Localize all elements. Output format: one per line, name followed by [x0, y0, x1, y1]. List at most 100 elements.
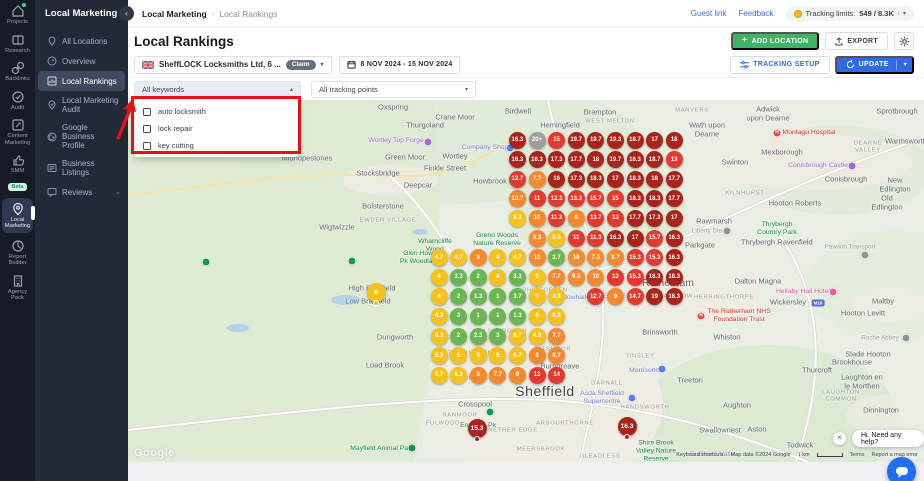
purple-poi-icon[interactable]	[423, 137, 433, 147]
location-select[interactable]: SheffLOCK Locksmiths Ltd, 6 ... Claim ▾	[134, 55, 332, 74]
purple-poi-icon[interactable]	[847, 161, 857, 171]
map-ranking-marker[interactable]: 3.3	[508, 268, 526, 286]
map-ranking-marker[interactable]: 18.7	[626, 131, 644, 149]
map-ranking-marker[interactable]: 16.3	[508, 131, 526, 149]
tracking-points-filter-select[interactable]: All tracking points ▾	[311, 80, 476, 98]
map-ranking-marker[interactable]: 5.7	[430, 366, 448, 384]
map-ranking-marker[interactable]: 7.7	[528, 170, 546, 188]
map-ranking-marker[interactable]: 4	[430, 268, 448, 286]
sidebar-item-reviews[interactable]: Reviews ⌄	[38, 182, 125, 202]
checkbox-unchecked[interactable]	[143, 124, 151, 133]
map-ranking-marker[interactable]: 3.3	[450, 268, 468, 286]
map-ranking-marker[interactable]: 11.3	[587, 229, 605, 247]
gray-poi-icon[interactable]	[860, 250, 870, 260]
map-ranking-marker[interactable]: 6	[366, 282, 386, 302]
map-ranking-marker[interactable]: 11.3	[548, 209, 566, 227]
sidebar-item-all-locations[interactable]: All Locations	[38, 31, 125, 51]
pink-poi-icon[interactable]	[828, 287, 838, 297]
map-ranking-marker[interactable]: 7.7	[489, 366, 507, 384]
map-ranking-marker[interactable]: 8.3	[528, 229, 546, 247]
map-ranking-marker[interactable]: 13	[665, 151, 683, 169]
map-ranking-marker[interactable]: 17	[606, 170, 624, 188]
rail-item-report-builder[interactable]: Report Builder	[0, 235, 35, 270]
claim-badge[interactable]: Claim	[285, 59, 316, 70]
map-ranking-marker[interactable]: 17.7	[626, 209, 644, 227]
map-ranking-marker[interactable]: 4	[430, 288, 448, 306]
map-ranking-marker[interactable]: 13.3	[567, 190, 585, 208]
chat-tooltip[interactable]: Hi. Need any help?	[852, 430, 924, 447]
green-poi-icon[interactable]	[201, 257, 211, 267]
sidebar-collapse-button[interactable]: ‹	[119, 6, 134, 21]
map-ranking-marker[interactable]: 4	[528, 307, 546, 325]
rail-item-audit[interactable]: Audit	[0, 86, 35, 115]
map-ranking-marker[interactable]: 13	[528, 366, 546, 384]
terms-link[interactable]: Terms	[850, 452, 865, 458]
map-ranking-marker[interactable]: 18.3	[587, 170, 605, 188]
map-ranking-marker[interactable]: 3	[489, 327, 507, 345]
map-ranking-marker[interactable]: 17.3	[646, 209, 664, 227]
map-ranking-marker[interactable]: 19.7	[606, 151, 624, 169]
map-ranking-marker[interactable]: 10	[528, 249, 546, 267]
map-ranking-marker[interactable]: 9	[508, 366, 526, 384]
sidebar-item-local-rankings[interactable]: Local Rankings	[38, 71, 125, 91]
guest-link[interactable]: Guest link	[691, 9, 727, 18]
tracking-limits-pill[interactable]: Tracking limits: 549 / 8.3K i ▾	[785, 6, 914, 21]
map-ranking-marker[interactable]: 18	[665, 131, 683, 149]
map-ranking-marker[interactable]: 16.3	[508, 151, 526, 169]
map-ranking-marker[interactable]: 8.7	[606, 249, 624, 267]
hospital-poi-icon[interactable]: H	[772, 128, 782, 138]
map-ranking-marker[interactable]: 15.7	[646, 229, 664, 247]
map-ranking-marker[interactable]: 19.7	[567, 131, 585, 149]
map-ranking-marker[interactable]: 16.3	[665, 229, 683, 247]
map-ranking-marker[interactable]: 4.7	[430, 249, 448, 267]
map-ranking-marker[interactable]: 16.3	[626, 151, 644, 169]
green-poi-icon[interactable]	[347, 256, 357, 266]
keyboard-shortcuts-link[interactable]: Keyboard shortcuts	[676, 452, 723, 458]
rail-item-smm[interactable]: SMM Beta	[0, 149, 35, 196]
map-ranking-marker[interactable]: 16.3	[606, 229, 624, 247]
green-poi-icon[interactable]	[407, 443, 417, 453]
map-ranking-marker[interactable]: 11	[528, 190, 546, 208]
map-ranking-marker[interactable]: 10	[587, 268, 605, 286]
map-ranking-marker[interactable]: 15	[548, 131, 566, 149]
map-ranking-marker[interactable]: 18.3	[626, 170, 644, 188]
map-ranking-marker[interactable]: 1.3	[508, 307, 526, 325]
map-ranking-marker[interactable]: 13	[606, 268, 624, 286]
map-ranking-marker[interactable]: 18	[646, 170, 664, 188]
map-ranking-marker[interactable]: 8	[469, 249, 487, 267]
map-ranking-marker[interactable]: 16	[548, 170, 566, 188]
map-ranking-marker[interactable]: 8	[528, 347, 546, 365]
map-ranking-marker[interactable]: 4.3	[430, 307, 448, 325]
green-poi-icon[interactable]	[485, 407, 495, 417]
map-ranking-marker[interactable]: 20+	[528, 131, 546, 149]
map-ranking-marker[interactable]: 4.3	[430, 327, 448, 345]
update-button[interactable]: UPDATE ▾	[834, 55, 914, 74]
sidebar-item-google-business-profile[interactable]: Google Business Profile ⌄	[38, 119, 125, 154]
add-location-button[interactable]: + ADD LOCATION	[730, 32, 820, 50]
map-ranking-marker[interactable]: 10	[567, 249, 585, 267]
map-ranking-marker[interactable]: 18.3	[665, 268, 683, 286]
map-ranking-marker[interactable]: 15.3	[467, 418, 487, 438]
map-ranking-marker[interactable]: 6.7	[508, 347, 526, 365]
map-ranking-marker[interactable]: 5	[528, 268, 546, 286]
map-ranking-marker[interactable]: 6.7	[508, 327, 526, 345]
map-ranking-marker[interactable]: 16.3	[617, 416, 637, 436]
map-ranking-marker[interactable]: 8	[469, 366, 487, 384]
map-ranking-marker[interactable]: 5.3	[508, 209, 526, 227]
map-ranking-marker[interactable]: 18.3	[665, 288, 683, 306]
gray-poi-icon[interactable]	[901, 333, 911, 343]
map-ranking-marker[interactable]: 1	[469, 307, 487, 325]
map-ranking-marker[interactable]: 17	[626, 229, 644, 247]
map-ranking-marker[interactable]: 4.3	[528, 327, 546, 345]
rail-item-agency-pack[interactable]: Agency Pack	[0, 270, 35, 305]
map-ranking-marker[interactable]: 2.3	[469, 327, 487, 345]
map-ranking-marker[interactable]: 17	[646, 131, 664, 149]
map-ranking-marker[interactable]: 17	[665, 209, 683, 227]
chat-tooltip-close-button[interactable]: ×	[833, 432, 846, 445]
map-ranking-marker[interactable]: 3	[450, 307, 468, 325]
map-ranking-marker[interactable]: 5	[528, 288, 546, 306]
blue-poi-icon[interactable]	[627, 393, 637, 403]
map-ranking-marker[interactable]: 18.3	[626, 190, 644, 208]
map-ranking-marker[interactable]: 9	[567, 209, 585, 227]
rail-item-local-marketing[interactable]: Local Marketing	[2, 197, 35, 233]
